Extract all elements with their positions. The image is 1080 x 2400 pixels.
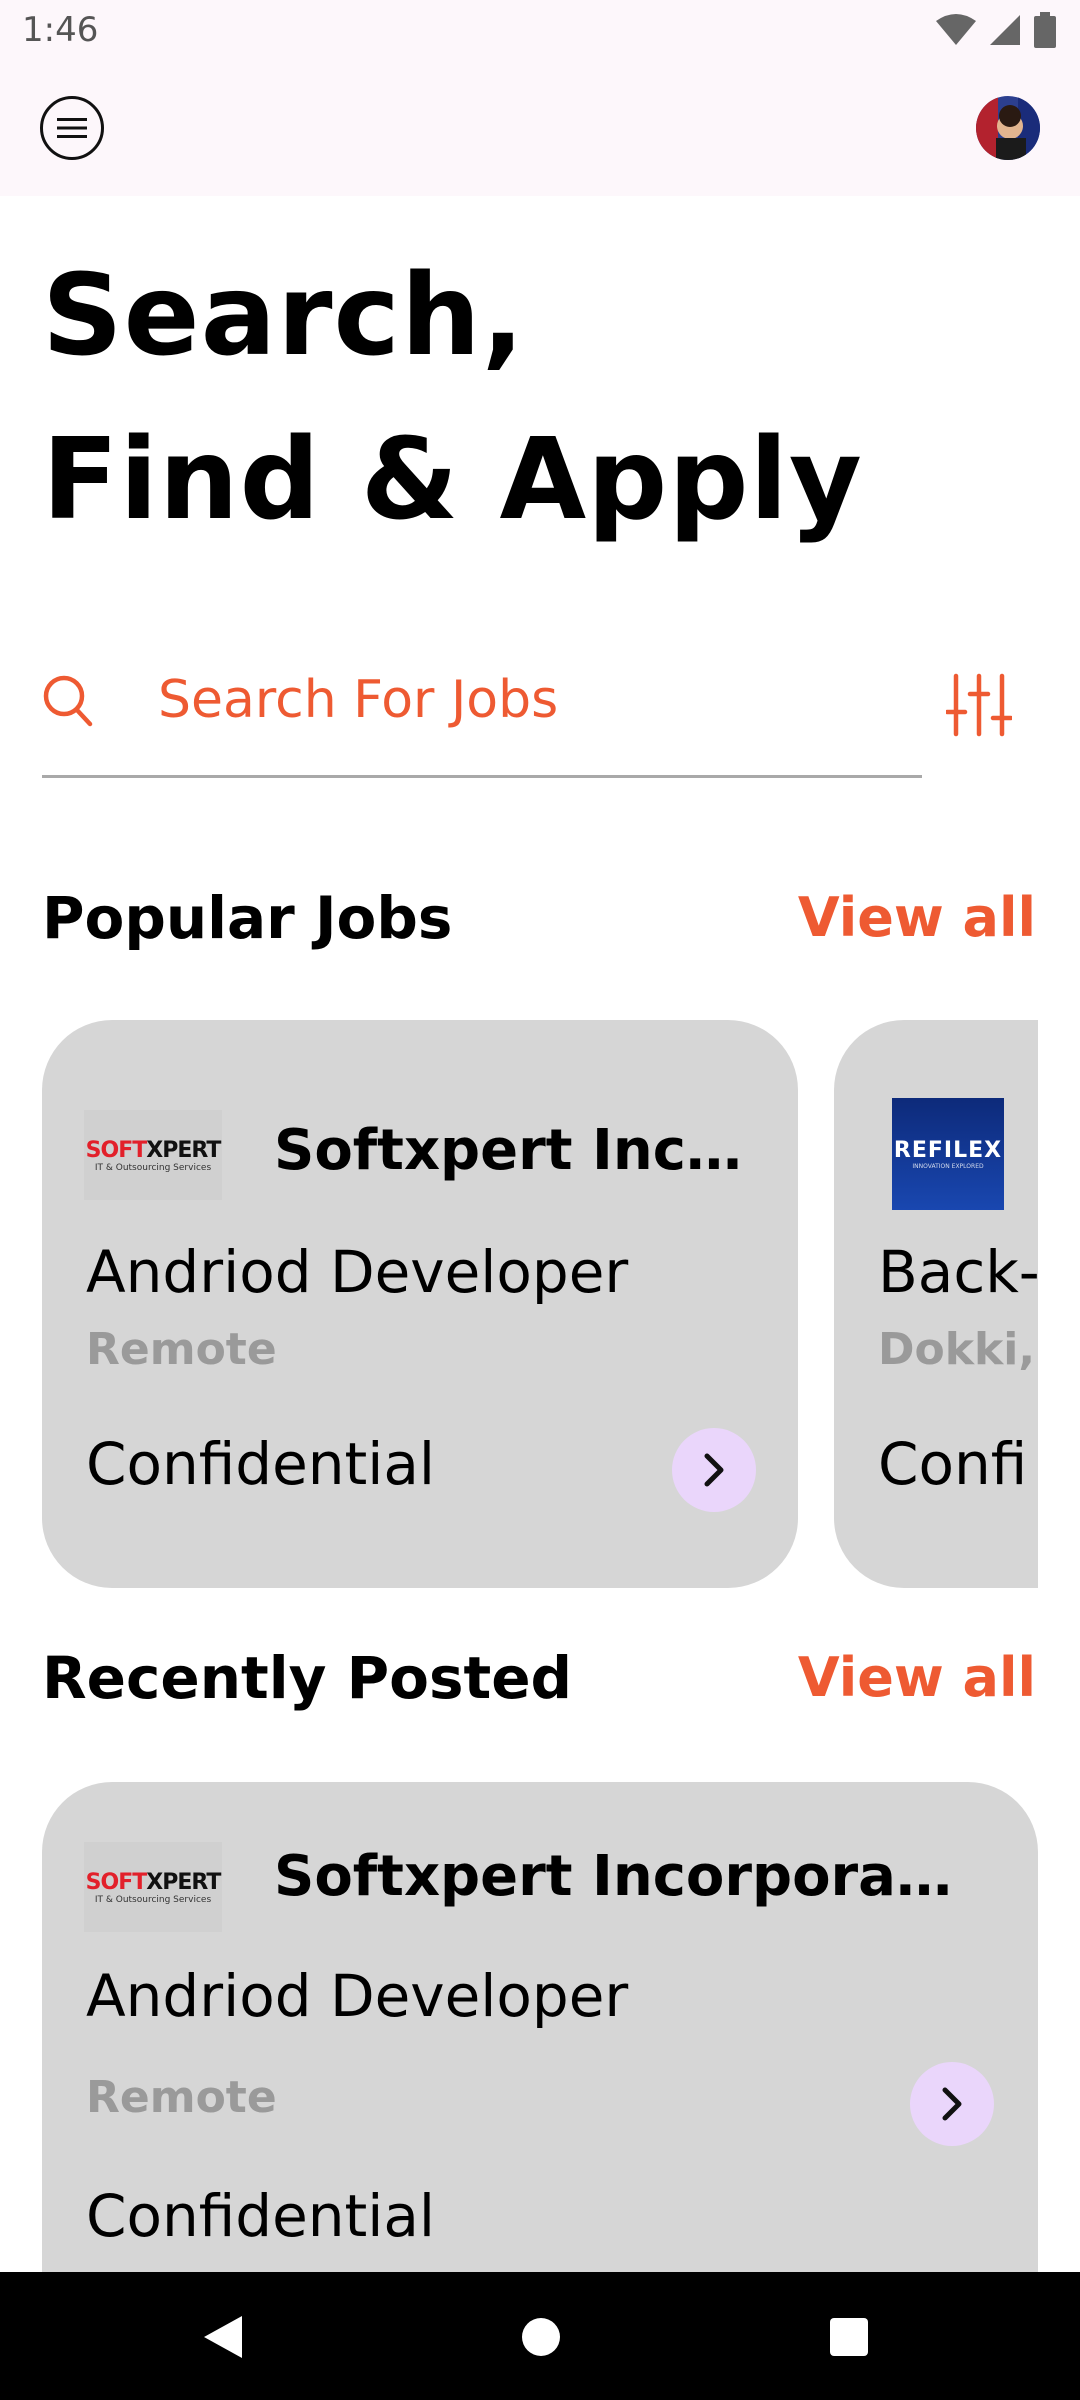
company-name: Softxpert Inc… [274, 1118, 742, 1183]
system-navigation-bar [0, 2272, 1080, 2400]
job-location: Remote [86, 2072, 277, 2123]
job-card[interactable]: REFILEX INNOVATION EXPLORED Back- Dokki,… [834, 1020, 1038, 1588]
status-icons [936, 12, 1056, 48]
logo-tagline: IT & Outsourcing Services [94, 1894, 212, 1905]
logo-text: SOFTXPERT [85, 1869, 222, 1895]
logo-tagline: IT & Outsourcing Services [94, 1162, 212, 1173]
headline-line-2: Find & Apply [42, 415, 863, 545]
company-logo: REFILEX INNOVATION EXPLORED [892, 1098, 1004, 1210]
job-location: Remote [86, 1324, 277, 1375]
logo-text: REFILEX [893, 1138, 1003, 1163]
status-time: 1:46 [22, 10, 99, 50]
logo-tagline: INNOVATION EXPLORED [912, 1163, 984, 1170]
page-headline: Search, Find & Apply [42, 234, 863, 562]
open-job-button[interactable] [910, 2062, 994, 2146]
home-icon[interactable] [522, 2318, 560, 2356]
recent-view-all-link[interactable]: View all [798, 1646, 1036, 1709]
company-name: Softxpert Incorpora… [274, 1844, 952, 1909]
job-title: Andriod Developer [86, 1238, 629, 1306]
profile-avatar[interactable] [976, 96, 1040, 160]
search-input[interactable]: Search For Jobs [42, 650, 922, 778]
app-bar [0, 64, 1080, 196]
back-icon[interactable] [200, 2312, 246, 2362]
job-salary: Confidential [86, 1430, 436, 1498]
job-salary: Confidential [86, 2182, 436, 2250]
battery-icon [1034, 12, 1056, 48]
popular-view-all-link[interactable]: View all [798, 886, 1036, 949]
job-title: Back- [878, 1238, 1038, 1306]
status-bar: 1:46 [0, 0, 1080, 64]
job-card[interactable]: SOFTXPERT IT & Outsourcing Services Soft… [42, 1782, 1038, 2342]
job-card[interactable]: SOFTXPERT IT & Outsourcing Services Soft… [42, 1020, 798, 1588]
sliders-icon [944, 673, 1014, 737]
open-job-button[interactable] [672, 1428, 756, 1512]
menu-button[interactable] [40, 96, 104, 160]
wifi-icon [936, 14, 976, 45]
search-placeholder: Search For Jobs [158, 670, 559, 730]
menu-icon [57, 118, 87, 138]
logo-text: SOFTXPERT [85, 1137, 222, 1163]
company-logo: SOFTXPERT IT & Outsourcing Services [84, 1842, 222, 1932]
popular-jobs-carousel[interactable]: SOFTXPERT IT & Outsourcing Services Soft… [42, 1020, 1038, 1590]
job-salary: Confi [878, 1430, 1028, 1498]
job-location: Dokki, ( [878, 1324, 1038, 1375]
job-title: Andriod Developer [86, 1962, 629, 2030]
search-icon [43, 675, 93, 727]
recents-icon[interactable] [830, 2318, 868, 2356]
recently-posted-title: Recently Posted [42, 1644, 573, 1712]
company-logo: SOFTXPERT IT & Outsourcing Services [84, 1110, 222, 1200]
chevron-right-icon [942, 2087, 962, 2121]
avatar-image [976, 96, 1040, 160]
signal-icon [990, 15, 1020, 45]
filter-button[interactable] [944, 672, 1014, 738]
popular-jobs-title: Popular Jobs [42, 884, 453, 952]
headline-line-1: Search, [42, 251, 526, 381]
chevron-right-icon [704, 1453, 724, 1487]
